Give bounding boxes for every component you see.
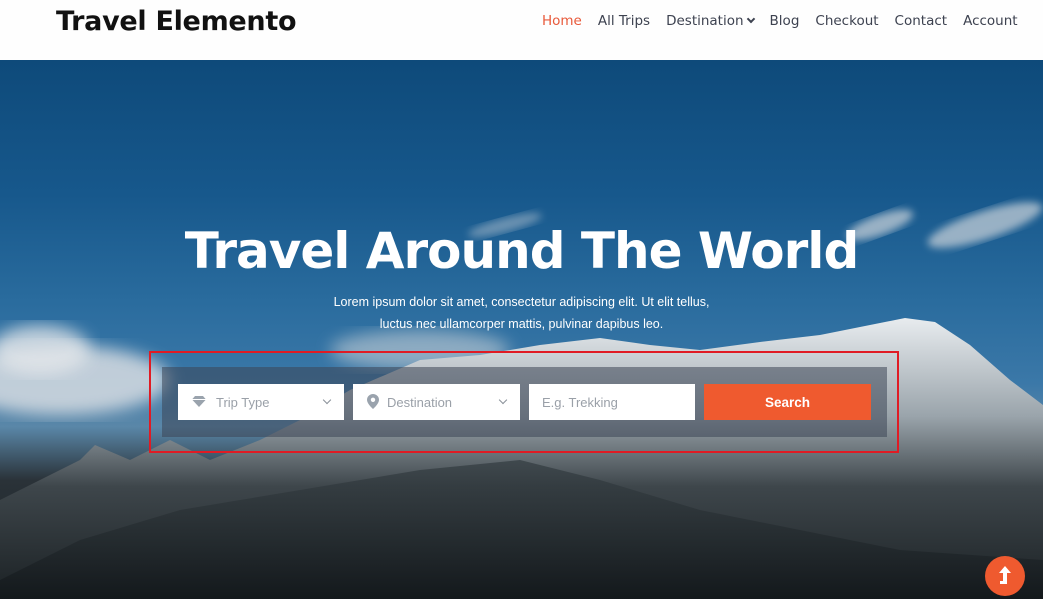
nav-home[interactable]: Home bbox=[542, 13, 582, 29]
nav-blog[interactable]: Blog bbox=[770, 13, 800, 29]
main-nav: Home All Trips Destination Blog Checkout… bbox=[542, 13, 1034, 29]
hero-subtitle: Lorem ipsum dolor sit amet, consectetur … bbox=[0, 291, 1043, 335]
hero-subtitle-line2: luctus nec ullamcorper mattis, pulvinar … bbox=[379, 317, 664, 331]
nav-destination[interactable]: Destination bbox=[666, 13, 755, 29]
nav-all-trips[interactable]: All Trips bbox=[598, 13, 650, 29]
nav-destination-label: Destination bbox=[666, 13, 744, 29]
site-header: Travel Elemento Home All Trips Destinati… bbox=[0, 0, 1043, 60]
chevron-down-icon bbox=[746, 14, 755, 24]
hero-title: Travel Around The World bbox=[184, 222, 859, 280]
nav-contact[interactable]: Contact bbox=[895, 13, 948, 29]
highlight-box bbox=[149, 351, 899, 453]
scroll-to-top-button[interactable] bbox=[985, 556, 1025, 596]
site-logo[interactable]: Travel Elemento bbox=[56, 6, 297, 37]
arrow-up-icon bbox=[999, 566, 1011, 584]
hero-subtitle-line1: Lorem ipsum dolor sit amet, consectetur … bbox=[333, 295, 710, 309]
nav-account[interactable]: Account bbox=[963, 13, 1018, 29]
nav-checkout[interactable]: Checkout bbox=[815, 13, 878, 29]
